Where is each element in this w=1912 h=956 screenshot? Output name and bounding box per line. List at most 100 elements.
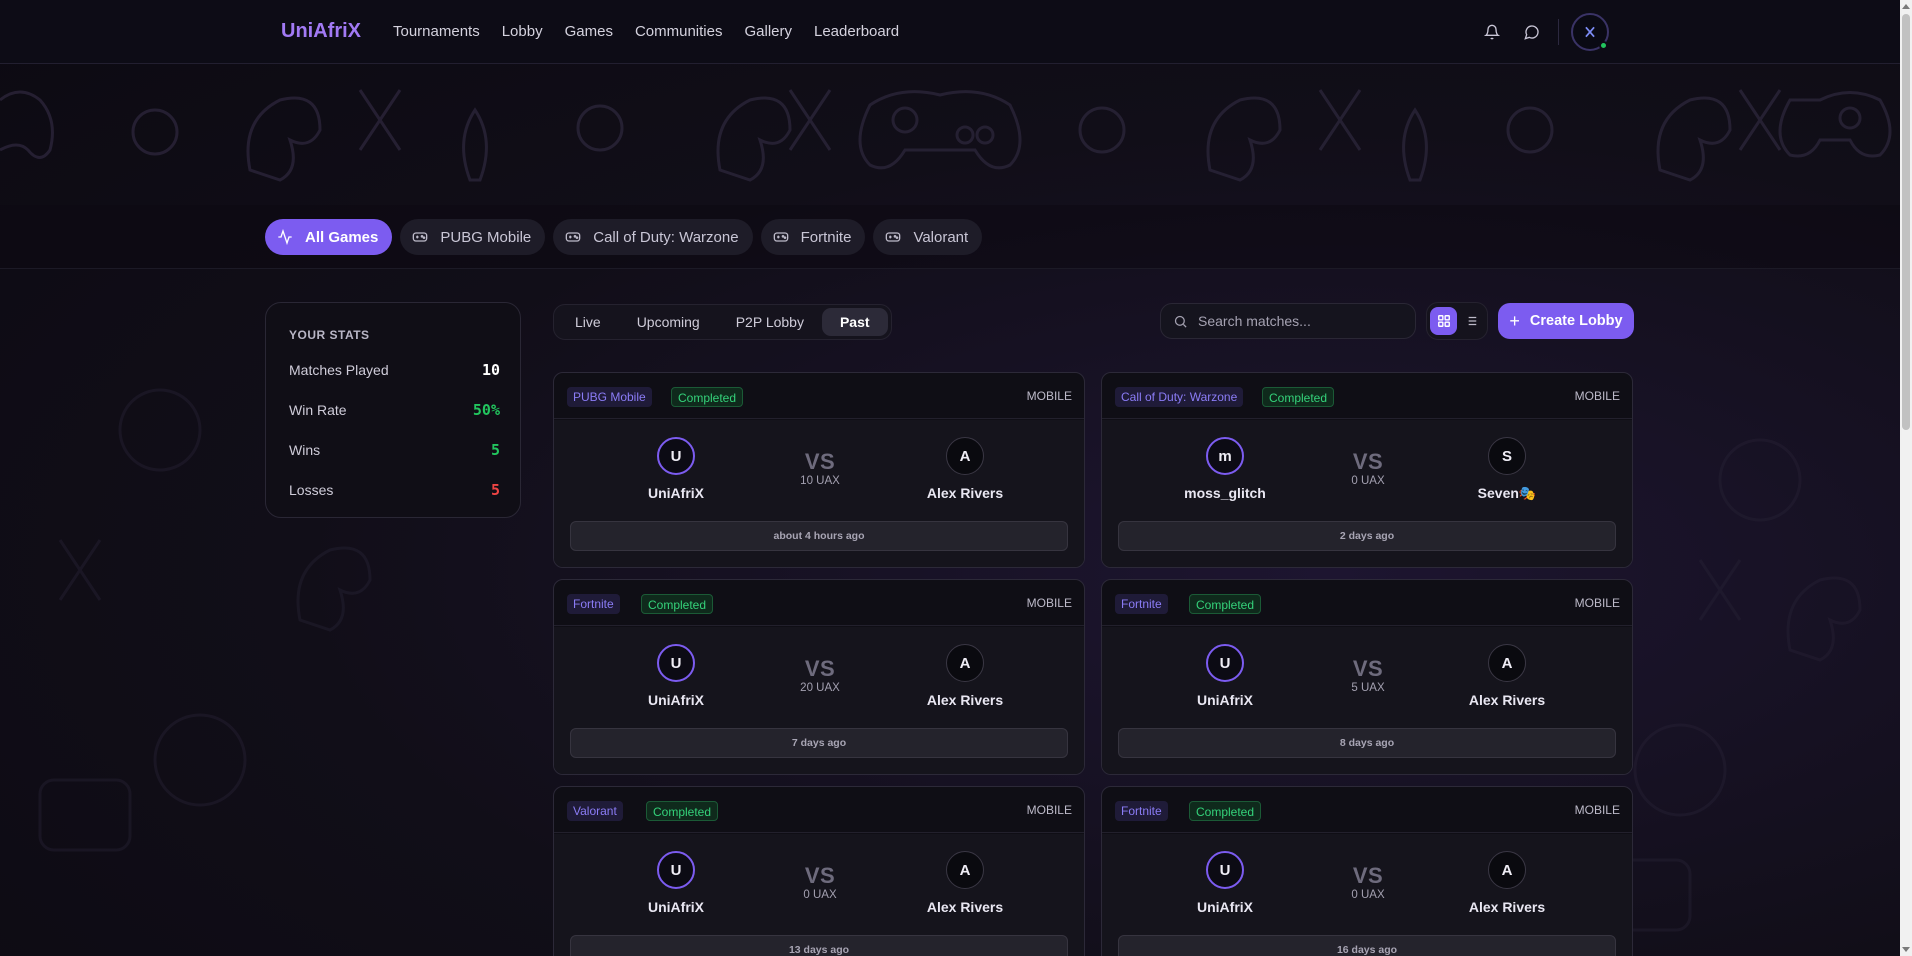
card-header: Fortnite Completed MOBILE xyxy=(1102,580,1632,626)
avatar: A xyxy=(1488,851,1526,889)
card-header: Call of Duty: Warzone Completed MOBILE xyxy=(1102,373,1632,419)
player-one: U UniAfriX xyxy=(596,437,756,501)
list-view-button[interactable] xyxy=(1457,307,1484,335)
chip-pubg-mobile[interactable]: PUBG Mobile xyxy=(400,219,546,255)
platform-label: MOBILE xyxy=(1026,596,1072,610)
card-header: PUBG Mobile Completed MOBILE xyxy=(554,373,1084,419)
stats-title: YOUR STATS xyxy=(289,328,370,342)
plus-icon: + xyxy=(1509,310,1520,331)
match-tabs: Live Upcoming P2P Lobby Past xyxy=(553,304,892,340)
stake-amount: 0 UAX xyxy=(1351,889,1385,901)
match-card[interactable]: Fortnite Completed MOBILE U UniAfriX VS … xyxy=(1101,786,1633,956)
player-one: U UniAfriX xyxy=(596,851,756,915)
chip-label: PUBG Mobile xyxy=(440,228,532,246)
match-time: about 4 hours ago xyxy=(570,521,1068,551)
avatar: U xyxy=(1206,644,1244,682)
avatar: U xyxy=(657,437,695,475)
platform-label: MOBILE xyxy=(1574,389,1620,403)
nav-tournaments[interactable]: Tournaments xyxy=(393,23,480,40)
scroll-up-arrow[interactable] xyxy=(1902,4,1910,9)
match-card[interactable]: Fortnite Completed MOBILE U UniAfriX VS … xyxy=(553,579,1085,775)
avatar: S xyxy=(1488,437,1526,475)
main-content: YOUR STATS Matches Played 10 Win Rate 50… xyxy=(0,269,1900,956)
platform-label: MOBILE xyxy=(1574,596,1620,610)
game-tag: Valorant xyxy=(567,801,623,821)
stake-amount: 10 UAX xyxy=(800,475,840,487)
view-toggle xyxy=(1426,302,1488,340)
status-badge: Completed xyxy=(1189,594,1262,614)
chip-label: Call of Duty: Warzone xyxy=(593,228,739,246)
tab-live[interactable]: Live xyxy=(557,308,619,336)
stat-label: Losses xyxy=(289,482,334,498)
chip-all-games[interactable]: All Games xyxy=(265,219,393,255)
nav-leaderboard[interactable]: Leaderboard xyxy=(814,23,899,40)
chip-valorant[interactable]: Valorant xyxy=(873,219,983,255)
match-time: 2 days ago xyxy=(1118,521,1616,551)
match-card[interactable]: Fortnite Completed MOBILE U UniAfriX VS … xyxy=(1101,579,1633,775)
player-two: A Alex Rivers xyxy=(885,437,1045,501)
player-name: UniAfriX xyxy=(648,485,704,501)
match-time: 16 days ago xyxy=(1118,935,1616,956)
player-one: U UniAfriX xyxy=(596,644,756,708)
match-card[interactable]: Call of Duty: Warzone Completed MOBILE m… xyxy=(1101,372,1633,568)
scrollbar-thumb[interactable] xyxy=(1902,14,1910,430)
nav-games[interactable]: Games xyxy=(565,23,613,40)
tab-upcoming[interactable]: Upcoming xyxy=(619,308,718,336)
vs-label: VS xyxy=(1352,656,1384,681)
create-lobby-button[interactable]: + Create Lobby xyxy=(1498,303,1634,339)
player-two: S Seven🎭 xyxy=(1427,437,1587,502)
messages-button[interactable] xyxy=(1512,12,1552,52)
stat-win-rate: Win Rate 50% xyxy=(289,401,500,419)
notifications-button[interactable] xyxy=(1472,12,1512,52)
game-tag: Fortnite xyxy=(567,594,620,614)
game-chips: All Games PUBG Mobile Call of Duty: Warz… xyxy=(265,219,983,255)
player-name: moss_glitch xyxy=(1184,485,1266,501)
stat-losses: Losses 5 xyxy=(289,481,500,499)
online-status-dot xyxy=(1599,41,1608,50)
stat-label: Matches Played xyxy=(289,362,389,378)
your-stats-panel: YOUR STATS Matches Played 10 Win Rate 50… xyxy=(265,302,521,518)
nav-communities[interactable]: Communities xyxy=(635,23,723,40)
scroll-down-arrow[interactable] xyxy=(1902,947,1910,952)
stat-wins: Wins 5 xyxy=(289,441,500,459)
player-name: Alex Rivers xyxy=(926,899,1004,915)
vs-label: VS xyxy=(804,656,836,681)
match-card[interactable]: Valorant Completed MOBILE U UniAfriX VS … xyxy=(553,786,1085,956)
search-icon xyxy=(1174,315,1187,328)
player-one: m moss_glitch xyxy=(1145,437,1305,501)
game-tag: PUBG Mobile xyxy=(567,387,652,407)
avatar: A xyxy=(946,437,984,475)
page-scrollbar[interactable] xyxy=(1900,0,1912,956)
player-two: A Alex Rivers xyxy=(885,644,1045,708)
game-filter-bar: All Games PUBG Mobile Call of Duty: Warz… xyxy=(0,205,1900,269)
main-nav: Tournaments Lobby Games Communities Gall… xyxy=(393,23,921,40)
grid-view-button[interactable] xyxy=(1430,307,1457,335)
vs-label: VS xyxy=(1352,863,1384,888)
top-navbar: UniAfriX Tournaments Lobby Games Communi… xyxy=(0,0,1900,64)
avatar: m xyxy=(1206,437,1244,475)
match-card[interactable]: PUBG Mobile Completed MOBILE U UniAfriX … xyxy=(553,372,1085,568)
tab-p2p-lobby[interactable]: P2P Lobby xyxy=(718,308,822,336)
create-lobby-label: Create Lobby xyxy=(1529,313,1623,329)
user-avatar-button[interactable] xyxy=(1571,13,1609,51)
chip-fortnite[interactable]: Fortnite xyxy=(760,219,866,255)
grid-icon xyxy=(1437,315,1450,327)
player-one: U UniAfriX xyxy=(1145,851,1305,915)
tab-past[interactable]: Past xyxy=(821,308,888,336)
versus-box: VS 0 UAX xyxy=(1308,449,1428,487)
player-name: Alex Rivers xyxy=(1468,899,1546,915)
status-badge: Completed xyxy=(646,801,719,821)
match-time: 7 days ago xyxy=(570,728,1068,758)
nav-gallery[interactable]: Gallery xyxy=(744,23,792,40)
versus-box: VS 0 UAX xyxy=(760,863,880,901)
nav-lobby[interactable]: Lobby xyxy=(502,23,543,40)
brand-logo[interactable]: UniAfriX xyxy=(281,20,361,43)
hero-banner xyxy=(0,65,1900,205)
chip-cod-warzone[interactable]: Call of Duty: Warzone xyxy=(553,219,753,255)
search-input[interactable] xyxy=(1198,313,1398,329)
versus-box: VS 0 UAX xyxy=(1308,863,1428,901)
vs-label: VS xyxy=(804,449,836,474)
versus-box: VS 5 UAX xyxy=(1308,656,1428,694)
player-two: A Alex Rivers xyxy=(885,851,1045,915)
bell-icon xyxy=(1484,24,1500,40)
